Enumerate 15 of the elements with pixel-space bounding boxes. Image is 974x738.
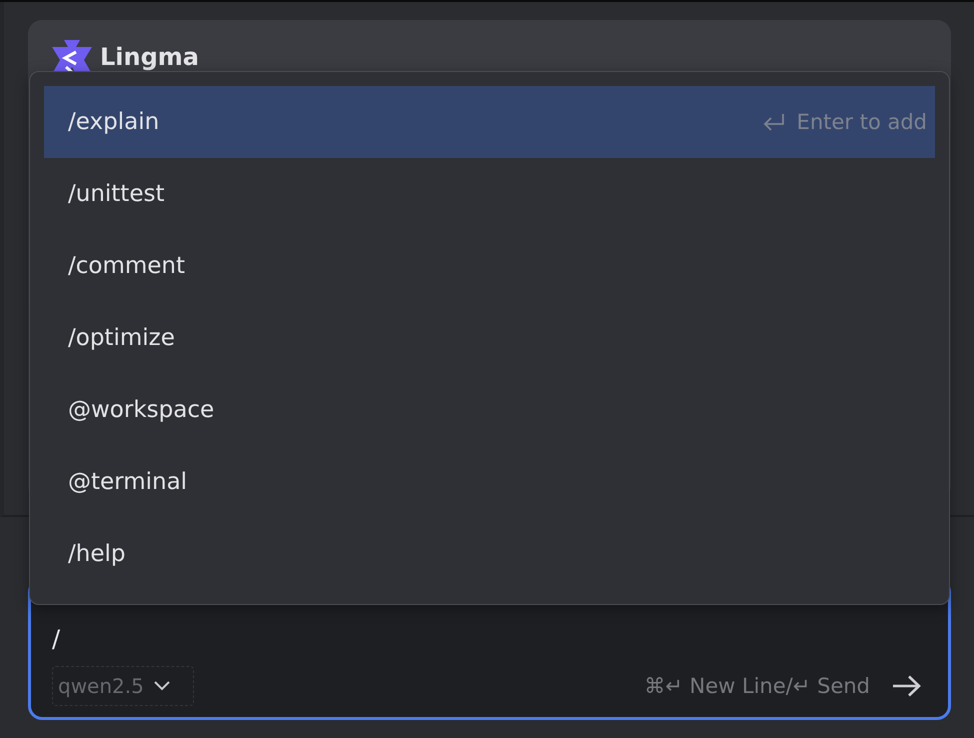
send-button[interactable] [892, 675, 922, 697]
enter-key-icon [762, 113, 785, 131]
enter-hint: Enter to add [796, 110, 927, 134]
shortcut-hint: ⌘↵ New Line/↵ Send [644, 674, 870, 698]
command-option[interactable]: @workspace [44, 374, 935, 446]
arrow-right-icon [892, 675, 922, 697]
command-option[interactable]: /comment [44, 230, 935, 302]
logo-text: Lingma [100, 42, 199, 73]
chevron-down-icon [154, 681, 170, 691]
message-input[interactable]: / [52, 621, 922, 657]
command-option[interactable]: @terminal [44, 446, 935, 518]
command-option[interactable]: /explain Enter to add [44, 86, 935, 158]
command-option[interactable]: /optimize [44, 302, 935, 374]
command-option[interactable]: /help [44, 518, 935, 590]
command-option[interactable]: /unittest [44, 158, 935, 230]
